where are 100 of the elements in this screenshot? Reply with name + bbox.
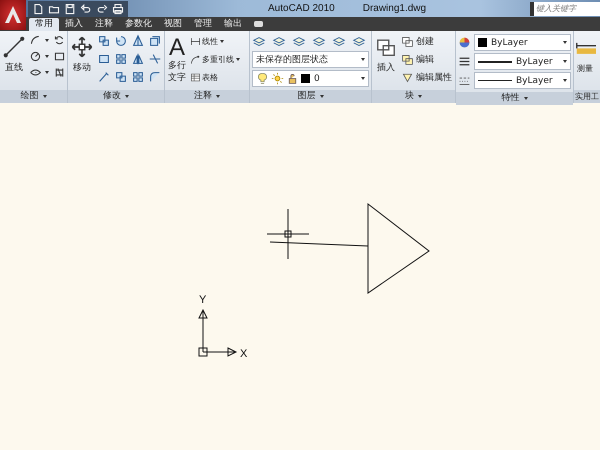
table-icon — [190, 72, 201, 83]
hatch-tool-button[interactable] — [53, 66, 66, 79]
sun-icon — [271, 72, 284, 85]
minimize-ribbon-button[interactable] — [254, 21, 263, 27]
app-menu-button[interactable] — [0, 0, 26, 30]
panel-title[interactable]: 修改 — [68, 90, 164, 103]
create-block-button[interactable]: 创建 — [401, 34, 460, 49]
color-swatch — [301, 74, 310, 83]
color-wheel-icon — [458, 36, 471, 49]
rotate-tool-button[interactable] — [53, 34, 66, 47]
hatch-icon — [53, 66, 66, 79]
redo-icon[interactable] — [96, 2, 108, 14]
insert-block-button[interactable]: 插入 — [374, 34, 398, 87]
mirror-icon[interactable] — [131, 52, 145, 66]
rect-icon — [53, 50, 66, 63]
copy-icon[interactable] — [97, 34, 111, 48]
caret-icon — [220, 40, 224, 43]
multileader-label: 多重引线 — [202, 54, 234, 65]
caret-icon — [563, 60, 567, 63]
panel-title[interactable]: 块 — [372, 90, 455, 103]
file-name: Drawing1.dwg — [362, 3, 426, 14]
color-swatch — [478, 38, 487, 47]
color-dropdown[interactable]: ByLayer — [474, 34, 571, 51]
crosshair-cursor — [266, 208, 310, 260]
line-sample-icon — [478, 80, 512, 81]
layer-name: 0 — [314, 74, 320, 84]
print-icon[interactable] — [112, 2, 124, 14]
app-title: AutoCAD 2010 — [268, 3, 335, 14]
multiline-text-button[interactable]: A 多行 文字 — [167, 34, 187, 87]
ribbon-tab[interactable]: 参数化 — [119, 18, 158, 31]
edit-block-button[interactable]: 编辑 — [401, 52, 460, 67]
panel-title[interactable]: 绘图 — [0, 90, 67, 103]
save-icon[interactable] — [64, 2, 76, 14]
ribbon-tab[interactable]: 输出 — [218, 18, 248, 31]
array-icon[interactable] — [114, 52, 128, 66]
dimension-icon — [190, 36, 201, 47]
caret-icon — [42, 95, 46, 98]
table-button[interactable]: 表格 — [190, 70, 240, 85]
caret-icon — [45, 39, 49, 42]
arc-icon — [29, 34, 42, 47]
caret-icon — [125, 95, 129, 98]
caret-icon — [320, 95, 324, 98]
trim-icon[interactable] — [148, 52, 162, 66]
lock-icon — [286, 72, 299, 85]
caret-icon — [45, 71, 49, 74]
caret-icon — [418, 95, 422, 98]
block-icon — [401, 35, 414, 48]
ribbon-tab[interactable]: 常用 — [29, 18, 59, 31]
rectangle-icon[interactable] — [97, 52, 111, 66]
linear-label: 线性 — [202, 36, 218, 47]
layer-icon[interactable] — [252, 34, 266, 48]
drawing-canvas[interactable]: Y X — [0, 103, 600, 450]
layer-dropdown[interactable]: 0 — [252, 70, 369, 87]
ribbon-tab[interactable]: 视图 — [158, 18, 188, 31]
leader-icon — [190, 54, 201, 65]
block-icon — [401, 53, 414, 66]
multileader-button[interactable]: 多重引线 — [190, 52, 240, 67]
caret-icon — [563, 41, 567, 44]
y-axis-label: Y — [199, 294, 206, 306]
layer-icon[interactable] — [352, 34, 366, 48]
stretch-icon[interactable] — [131, 34, 145, 48]
bulb-icon — [256, 72, 269, 85]
panel-title[interactable]: 注释 — [165, 90, 249, 103]
linear-dimension-button[interactable]: 线性 — [190, 34, 240, 49]
ribbon-tab[interactable]: 插入 — [59, 18, 89, 31]
rotate-icon — [53, 34, 66, 47]
layer-icon[interactable] — [292, 34, 306, 48]
caret-icon — [216, 95, 220, 98]
new-file-icon[interactable] — [32, 2, 44, 14]
fillet-icon[interactable] — [148, 70, 162, 84]
app-logo-icon — [2, 4, 24, 26]
edit-attributes-label: 编辑属性 — [416, 72, 452, 84]
panel-title[interactable]: 实用工 — [574, 90, 600, 103]
arc-tool-button[interactable] — [29, 34, 49, 47]
panel-title[interactable]: 图层 — [250, 90, 371, 103]
layer-icon[interactable] — [332, 34, 346, 48]
line-icon — [3, 36, 25, 58]
rotate-icon[interactable] — [114, 34, 128, 48]
linetype-dropdown[interactable]: ByLayer — [474, 72, 571, 89]
rect-tool-button[interactable] — [53, 50, 66, 63]
lineweight-icon — [458, 55, 471, 68]
triangle-icon — [401, 71, 414, 84]
caret-icon — [236, 58, 240, 61]
x-axis-label: X — [240, 348, 248, 360]
pen-icon[interactable] — [97, 70, 111, 84]
copy-icon[interactable] — [114, 70, 128, 84]
undo-icon[interactable] — [80, 2, 92, 14]
caret-icon — [361, 58, 365, 61]
ribbon-tab[interactable]: 注释 — [89, 18, 119, 31]
panel-title[interactable]: 特性 — [456, 92, 573, 105]
array-icon[interactable] — [131, 70, 145, 84]
search-field[interactable]: 键入关键字 — [530, 2, 600, 16]
scale-icon[interactable] — [148, 34, 162, 48]
ribbon-tab[interactable]: 管理 — [188, 18, 218, 31]
lineweight-dropdown[interactable]: ByLayer — [474, 53, 571, 70]
layer-icon[interactable] — [312, 34, 326, 48]
ucs-axis-icon — [198, 308, 238, 356]
circle-tool-button[interactable] — [29, 50, 49, 63]
layer-icon[interactable] — [272, 34, 286, 48]
layer-state-dropdown[interactable]: 未保存的图层状态 — [252, 51, 369, 68]
